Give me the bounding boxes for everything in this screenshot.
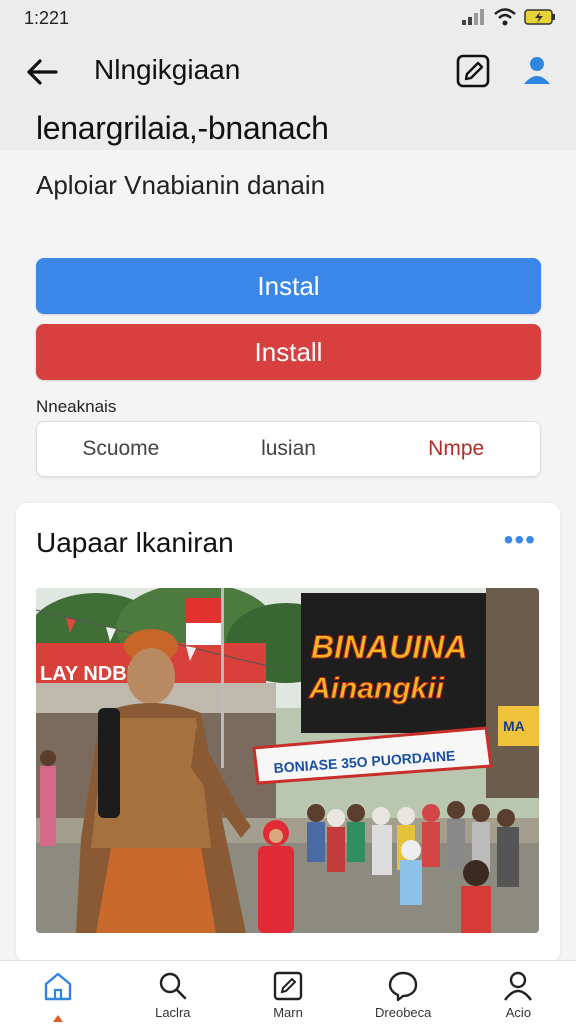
event-photo-illustration: LAY NDBEAR BINAUINA Ainangkii MA BONIASE… (36, 588, 539, 933)
segmented-control: Scuome lusian Nmpe (36, 421, 541, 477)
more-options-icon[interactable]: ••• (504, 526, 536, 554)
nav-profile[interactable]: Acio (461, 961, 576, 1024)
status-time: 1:221 (24, 8, 70, 28)
signal-icon (462, 9, 484, 25)
nav-search[interactable]: Laclra (115, 961, 230, 1024)
nav-profile-label: Acio (505, 1005, 532, 1020)
user-icon[interactable] (522, 54, 552, 88)
home-icon (44, 972, 71, 1001)
nav-messages-label: Dreobeca (375, 1005, 432, 1020)
battery-icon (524, 9, 555, 25)
status-bar: 1:221 (0, 0, 576, 40)
nav-search-label: Laclra (155, 1005, 191, 1020)
bottom-navigation: Laclra Marn Dreobeca Acio (0, 960, 576, 1024)
profile-icon (504, 971, 533, 1001)
banner-main-line2: Ainangkii (308, 672, 445, 705)
card-title: Uapaar lkaniran (36, 527, 234, 558)
right-sign-text: MA (503, 718, 525, 734)
segment-label: Nneaknais (36, 397, 117, 416)
segment-option-1[interactable]: Scuome (37, 422, 205, 476)
install-primary-button[interactable]: Instal (36, 258, 541, 314)
nav-home[interactable] (0, 961, 115, 1024)
active-indicator (52, 1015, 63, 1022)
segment-option-2[interactable]: lusian (205, 422, 373, 476)
edit-icon (273, 971, 303, 1001)
app-title: Nlngikgiaan (94, 54, 241, 85)
search-icon (159, 972, 187, 1000)
back-arrow-icon[interactable] (24, 54, 60, 90)
install-secondary-button[interactable]: Install (36, 324, 541, 380)
banner-main-line1: BINAUINA (311, 629, 467, 665)
segment-option-3[interactable]: Nmpe (372, 422, 540, 476)
wifi-icon (494, 8, 516, 26)
news-card: Uapaar lkaniran ••• LAY NDBEAR BINAUINA … (16, 503, 560, 963)
page-headline: lenargrilaia,-bnanach (36, 110, 329, 146)
nav-messages[interactable]: Dreobeca (346, 961, 461, 1024)
edit-icon[interactable] (456, 54, 490, 88)
page-subtitle: Aploiar Vnabianin danain (36, 170, 326, 200)
status-icons (462, 8, 556, 26)
event-photo[interactable]: LAY NDBEAR BINAUINA Ainangkii MA BONIASE… (36, 588, 539, 933)
nav-create-label: Marn (273, 1005, 303, 1020)
chat-icon (389, 971, 418, 1002)
nav-create[interactable]: Marn (230, 961, 345, 1024)
